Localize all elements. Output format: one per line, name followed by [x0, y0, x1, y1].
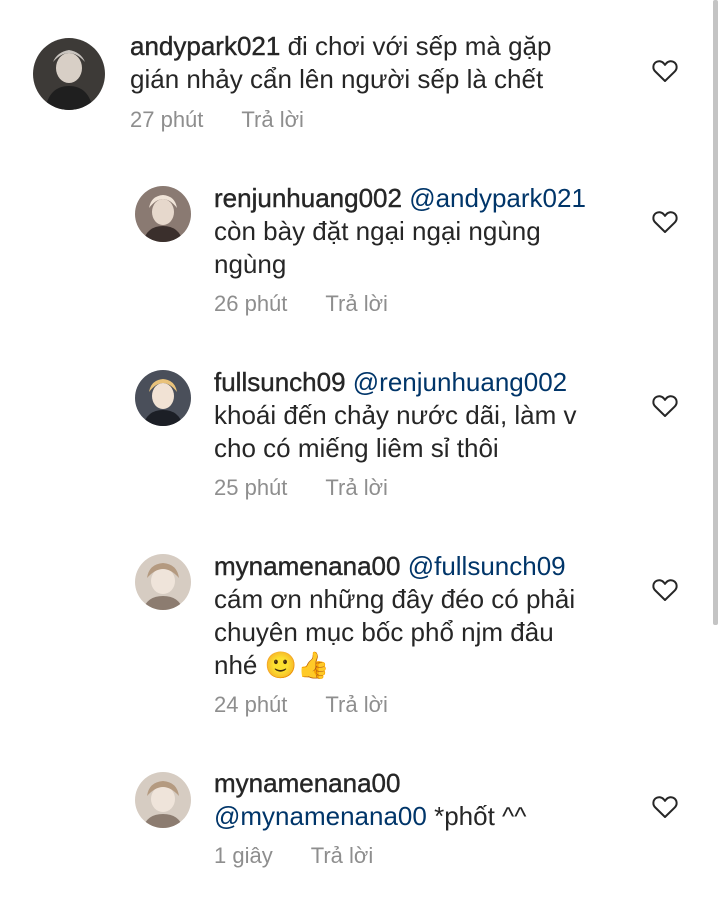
comment-text-line: cho có miếng liêm sỉ thôi	[214, 433, 499, 463]
comment-time: 25 phút	[214, 475, 288, 500]
mention-link[interactable]: @andypark021	[409, 183, 586, 213]
comment-meta: 26 phút Trả lời	[214, 291, 388, 317]
reply-button[interactable]: Trả lời	[241, 107, 304, 132]
scrollbar[interactable]	[713, 0, 718, 625]
heart-outline-icon[interactable]	[652, 795, 678, 819]
comment-meta: 25 phút Trả lời	[214, 475, 388, 501]
comment-time: 1 giây	[214, 843, 273, 868]
avatar[interactable]	[135, 772, 191, 828]
avatar[interactable]	[135, 186, 191, 242]
comment-text-line: *phốt ^^	[434, 801, 527, 831]
reply-button[interactable]: Trả lời	[325, 291, 388, 316]
comment-meta: 24 phút Trả lời	[214, 692, 388, 718]
comment-text-line: khoái đến chảy nước dãi, làm v	[214, 400, 577, 430]
comment-body: renjunhuang002 @andypark021 còn bày đặt …	[214, 182, 654, 281]
heart-outline-icon[interactable]	[652, 394, 678, 418]
comment-time: 24 phút	[214, 692, 288, 717]
comment-body: mynamenana00 @mynamenana00 *phốt ^^	[214, 767, 654, 833]
mention-link[interactable]: @mynamenana00	[214, 801, 427, 831]
avatar[interactable]	[135, 554, 191, 610]
comment-body: mynamenana00 @fullsunch09 cám ơn những đ…	[214, 550, 654, 682]
comment-time: 26 phút	[214, 291, 288, 316]
comment-text-line: chuyên mục bốc phổ njm đâu	[214, 617, 554, 647]
comment-text-line: cám ơn những đây đéo có phải	[214, 584, 576, 614]
comment-username[interactable]: mynamenana00	[214, 551, 401, 581]
reply-button[interactable]: Trả lời	[325, 692, 388, 717]
reply-button[interactable]: Trả lời	[325, 475, 388, 500]
comment-username[interactable]: renjunhuang002	[214, 183, 402, 213]
comment-username[interactable]: fullsunch09	[214, 367, 346, 397]
comment-username[interactable]: andypark021	[130, 31, 281, 61]
comment-meta: 27 phút Trả lời	[130, 107, 304, 133]
mention-link[interactable]: @fullsunch09	[408, 551, 566, 581]
comment-meta: 1 giây Trả lời	[214, 843, 373, 869]
reply-button[interactable]: Trả lời	[311, 843, 374, 868]
comment-username[interactable]: mynamenana00	[214, 768, 401, 798]
comment-time: 27 phút	[130, 107, 204, 132]
heart-outline-icon[interactable]	[652, 578, 678, 602]
comment-text-line: đi chơi với sếp mà gặp	[287, 31, 552, 61]
avatar[interactable]	[135, 370, 191, 426]
comment-text-line: còn bày đặt ngại ngại ngùng	[214, 216, 541, 246]
heart-outline-icon[interactable]	[652, 210, 678, 234]
comment-body: andypark021 đi chơi với sếp mà gặp gián …	[130, 30, 660, 96]
mention-link[interactable]: @renjunhuang002	[353, 367, 567, 397]
heart-outline-icon[interactable]	[652, 59, 678, 83]
comment-body: fullsunch09 @renjunhuang002 khoái đến ch…	[214, 366, 654, 465]
avatar[interactable]	[33, 38, 105, 110]
comment-text-line: ngùng	[214, 249, 287, 279]
comment-text-line: nhé 🙂👍	[214, 650, 330, 680]
comment-text-line: gián nhảy cẩn lên người sếp là chết	[130, 64, 544, 94]
